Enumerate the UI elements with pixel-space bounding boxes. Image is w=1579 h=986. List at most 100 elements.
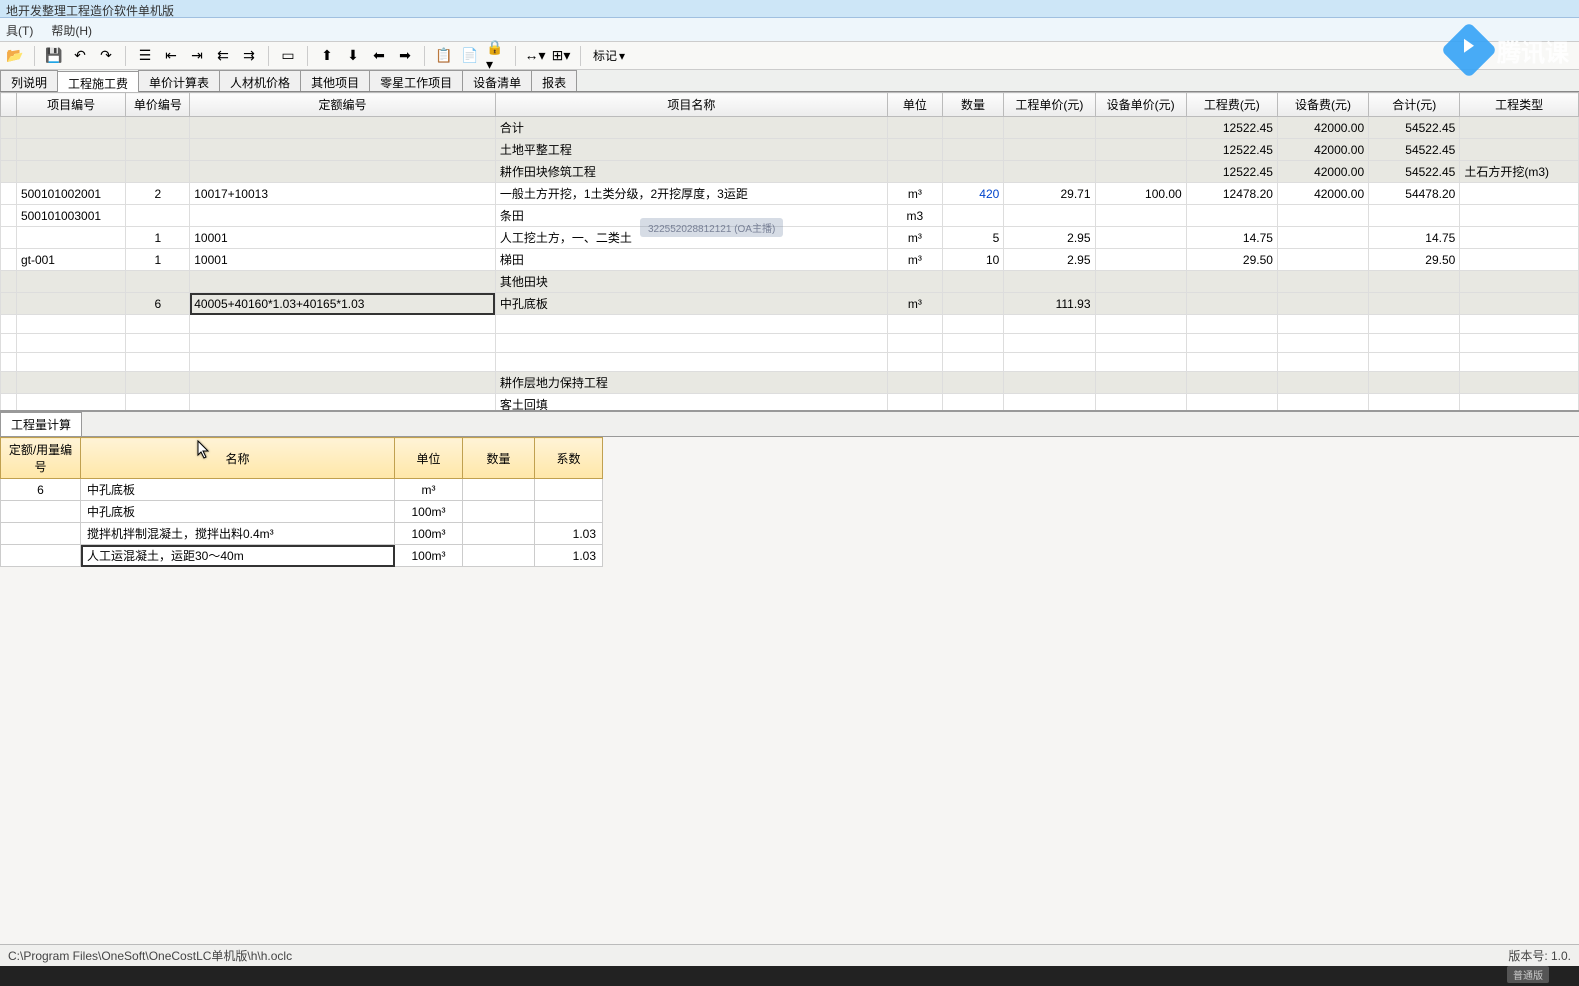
cell[interactable] [888,334,943,353]
cell[interactable] [16,315,125,334]
cell[interactable]: 10 [942,249,1004,271]
delete-row-icon[interactable]: ▭ [277,45,299,67]
menu-help[interactable]: 帮助(H) [51,22,92,37]
main-header-1[interactable]: 项目编号 [16,93,125,117]
subtab-qty[interactable]: 工程量计算 [0,412,82,436]
cell[interactable] [1277,293,1368,315]
cell[interactable]: 耕作田块修筑工程 [495,161,887,183]
cell[interactable]: 42000.00 [1277,183,1368,205]
cell[interactable] [1095,249,1186,271]
cell[interactable] [126,353,190,372]
cell[interactable] [190,394,496,413]
cell[interactable] [1277,394,1368,413]
table-row[interactable]: 500101002001210017+10013一般土方开挖，1土类分级，2开挖… [1,183,1579,205]
table-row[interactable]: 土地平整工程12522.4542000.0054522.45 [1,139,1579,161]
cell[interactable]: 42000.00 [1277,161,1368,183]
cell[interactable] [1186,353,1277,372]
main-header-11[interactable]: 合计(元) [1369,93,1460,117]
arrow-up-icon[interactable]: ⬆ [316,45,338,67]
cell[interactable] [1,372,17,394]
cell[interactable] [1095,394,1186,413]
cell[interactable] [1,139,17,161]
cell[interactable] [942,394,1004,413]
table-row[interactable]: 耕作田块修筑工程12522.4542000.0054522.45土石方开挖(m3… [1,161,1579,183]
cell[interactable] [1004,139,1095,161]
cell[interactable] [942,293,1004,315]
mark-dropdown[interactable]: 标记 ▾ [589,47,629,64]
indent-icon[interactable]: ⇉ [238,45,260,67]
cell[interactable] [16,394,125,413]
cell[interactable]: 54522.45 [1369,139,1460,161]
cell[interactable] [190,271,496,293]
main-grid[interactable]: 项目编号单价编号定额编号项目名称单位数量工程单价(元)设备单价(元)工程费(元)… [0,92,1579,412]
cell[interactable] [16,372,125,394]
cell[interactable] [16,139,125,161]
cell[interactable] [1186,394,1277,413]
cell[interactable] [1277,227,1368,249]
cell[interactable] [190,139,496,161]
cell[interactable]: 29.71 [1004,183,1095,205]
cell[interactable] [1,205,17,227]
tab-2[interactable]: 单价计算表 [138,70,220,91]
cell[interactable] [1369,372,1460,394]
cell[interactable] [1277,334,1368,353]
cell[interactable] [1277,249,1368,271]
main-header-3[interactable]: 定额编号 [190,93,496,117]
arrow-left-icon[interactable]: ⬅ [368,45,390,67]
tool1-icon[interactable]: ↔▾ [524,45,546,67]
open-icon[interactable]: 📂 [4,45,26,67]
cell[interactable]: 5 [942,227,1004,249]
cell[interactable] [190,117,496,139]
cell[interactable]: 10001 [190,227,496,249]
tab-1[interactable]: 工程施工费 [57,71,139,92]
tab-6[interactable]: 设备清单 [462,70,532,91]
cell[interactable]: 42000.00 [1277,139,1368,161]
cell[interactable] [1,183,17,205]
cell[interactable] [1460,293,1579,315]
cell[interactable]: 2.95 [1004,227,1095,249]
cell[interactable]: m3 [888,205,943,227]
cell[interactable]: 100m³ [395,501,463,523]
cell[interactable] [126,205,190,227]
cell[interactable]: 客土回填 [495,394,887,413]
cell[interactable] [1095,315,1186,334]
main-header-10[interactable]: 设备费(元) [1277,93,1368,117]
cell[interactable] [1460,353,1579,372]
cell[interactable] [1095,227,1186,249]
cell[interactable] [1095,205,1186,227]
cell[interactable] [1186,293,1277,315]
table-row[interactable]: 中孔底板100m³ [1,501,603,523]
cell[interactable] [126,315,190,334]
cell[interactable] [1460,227,1579,249]
cell[interactable] [888,315,943,334]
cell[interactable] [16,227,125,249]
copy-icon[interactable]: 📋 [433,45,455,67]
cell[interactable] [1095,353,1186,372]
cell[interactable] [1095,139,1186,161]
cell[interactable] [16,271,125,293]
cell[interactable] [1460,315,1579,334]
sub-header-0[interactable]: 定额/用量编号 [1,438,81,479]
indent-right-icon[interactable]: ⇥ [186,45,208,67]
cell[interactable]: 10017+10013 [190,183,496,205]
cell[interactable] [1,117,17,139]
redo-icon[interactable]: ↷ [95,45,117,67]
arrow-down-icon[interactable]: ⬇ [342,45,364,67]
cell[interactable]: m³ [888,293,943,315]
cell[interactable] [1186,205,1277,227]
tab-7[interactable]: 报表 [531,70,577,91]
cell[interactable] [888,139,943,161]
cell[interactable]: 420 [942,183,1004,205]
cell[interactable]: 搅拌机拌制混凝土，搅拌出料0.4m³ [81,523,395,545]
cell[interactable] [1095,117,1186,139]
table-row[interactable]: 640005+40160*1.03+40165*1.03中孔底板m³111.93 [1,293,1579,315]
cell[interactable] [1,501,81,523]
table-row[interactable]: 110001人工挖土方，一、二类土m³52.9514.7514.75 [1,227,1579,249]
table-row[interactable]: 搅拌机拌制混凝土，搅拌出料0.4m³100m³1.03 [1,523,603,545]
cell[interactable]: 中孔底板 [495,293,887,315]
tab-3[interactable]: 人材机价格 [219,70,301,91]
cell[interactable]: 中孔底板 [81,501,395,523]
cell[interactable]: 6 [126,293,190,315]
cell[interactable] [1004,353,1095,372]
indent-left-icon[interactable]: ⇤ [160,45,182,67]
